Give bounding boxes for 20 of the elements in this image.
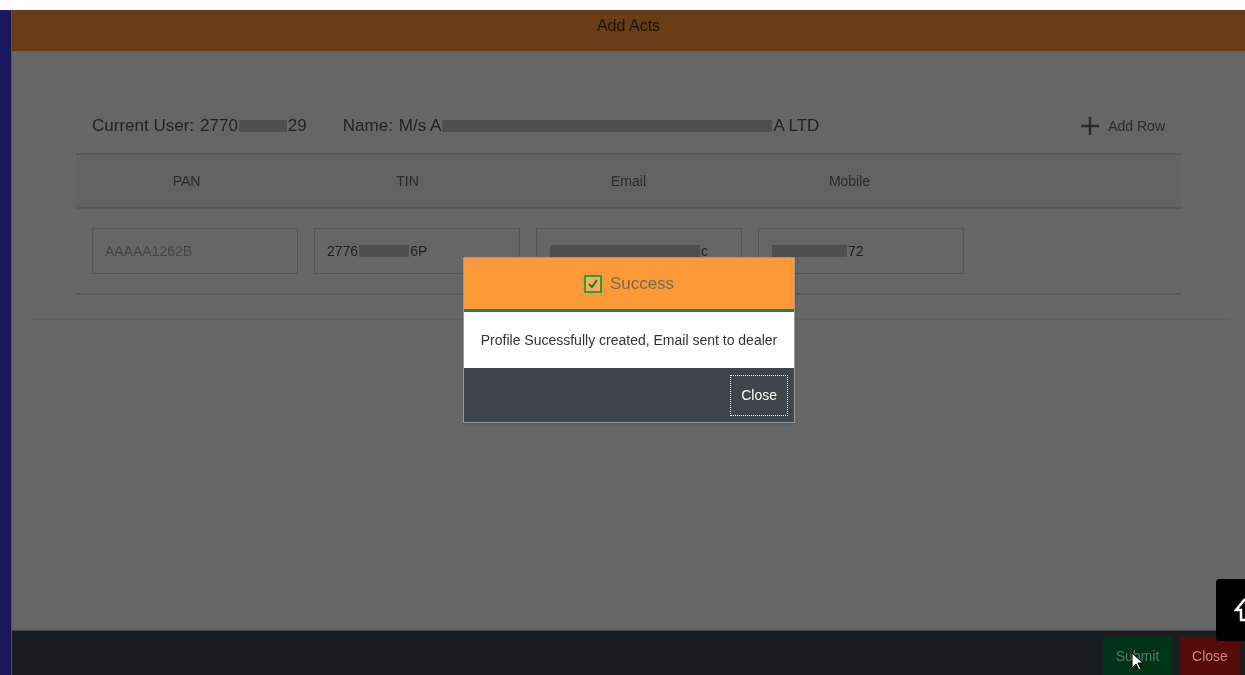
name-label: Name: bbox=[342, 115, 393, 138]
plus-icon bbox=[1080, 116, 1101, 136]
add-row-button[interactable]: Add Row bbox=[1080, 115, 1165, 137]
column-header: Mobile bbox=[828, 171, 871, 191]
name-value: M/s A bbox=[398, 115, 442, 138]
dialog-title: Success bbox=[609, 272, 675, 295]
input-field[interactable]: 72 bbox=[758, 228, 964, 274]
column-header: PAN bbox=[172, 171, 201, 191]
close-button[interactable]: Close bbox=[1180, 637, 1240, 675]
current-user-label: Current User: bbox=[92, 115, 195, 138]
close-button[interactable]: Close bbox=[730, 374, 788, 416]
floating-widget[interactable] bbox=[1216, 579, 1245, 641]
current-user-value: 29 bbox=[287, 115, 307, 138]
column-header: TIN bbox=[396, 171, 419, 191]
dialog-message: Profile Sucessfully created, Email sent to dealer bbox=[480, 330, 778, 350]
modal-title: Add Acts bbox=[596, 16, 661, 36]
current-user-value: 2770 bbox=[200, 115, 238, 138]
name-value: A LTD bbox=[773, 115, 820, 138]
input-field[interactable]: 2776 6P bbox=[314, 228, 520, 274]
column-header: Email bbox=[611, 171, 646, 191]
